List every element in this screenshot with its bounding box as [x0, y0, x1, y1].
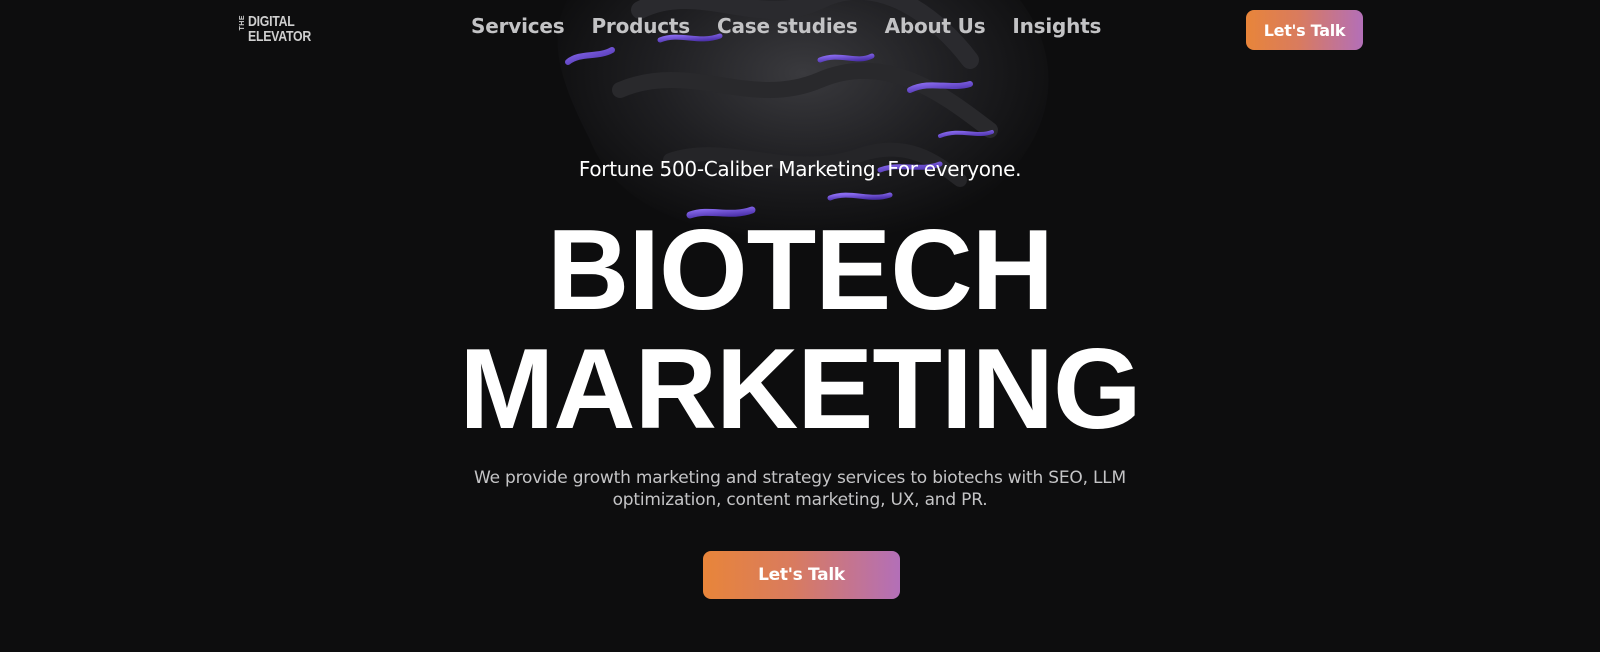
logo-wordmark: DIGITAL ELEVATOR [248, 14, 311, 44]
logo-line-1: DIGITAL [248, 13, 295, 30]
hero-title-line-2: MARKETING [459, 326, 1141, 453]
landing-page: THE DIGITAL ELEVATOR Services Products C… [0, 0, 1600, 652]
nav-case-studies[interactable]: Case studies [717, 14, 858, 38]
hero-tagline: Fortune 500-Caliber Marketing. For every… [578, 157, 1022, 181]
nav-services[interactable]: Services [471, 14, 565, 38]
nav-products[interactable]: Products [591, 14, 690, 38]
hero-description: We provide growth marketing and strategy… [473, 468, 1127, 510]
header-lets-talk-button[interactable]: Let's Talk [1246, 10, 1363, 50]
brand-logo[interactable]: THE DIGITAL ELEVATOR [239, 14, 325, 44]
nav-about-us[interactable]: About Us [885, 14, 986, 38]
hero-title-line-1: BIOTECH [547, 207, 1054, 334]
hero-lets-talk-button[interactable]: Let's Talk [703, 551, 900, 599]
nav-insights[interactable]: Insights [1012, 14, 1101, 38]
logo-the-text: THE [239, 15, 246, 31]
main-nav: Services Products Case studies About Us … [471, 14, 1101, 38]
logo-line-2: ELEVATOR [248, 28, 311, 45]
